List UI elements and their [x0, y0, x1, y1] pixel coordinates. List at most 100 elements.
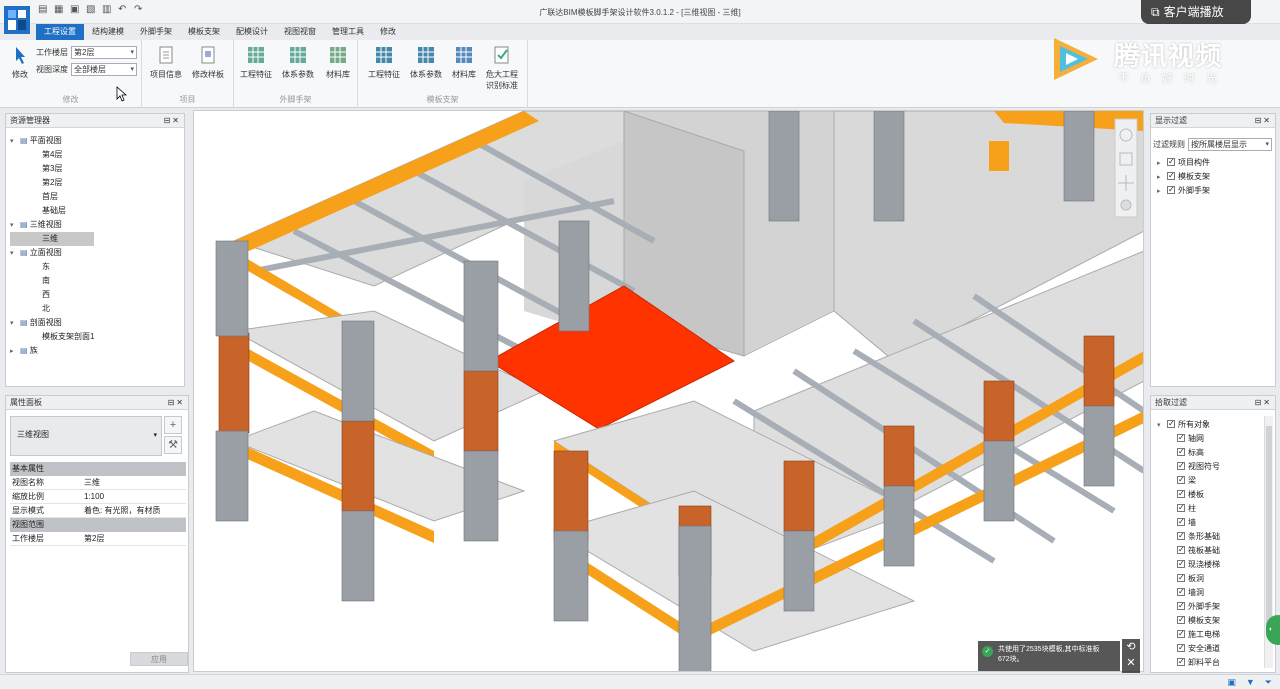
pick-filter-item[interactable]: 模板支架 [1177, 613, 1220, 628]
building-3d-model[interactable] [194, 111, 1144, 672]
checkbox[interactable] [1177, 445, 1185, 459]
prop-row[interactable]: 缩放比例 1:100 [10, 490, 186, 504]
checkbox[interactable] [1177, 431, 1185, 445]
tree-item[interactable]: 首层 [10, 190, 94, 204]
expand-arrow-icon[interactable]: ▾ [1157, 419, 1167, 433]
tree-item[interactable]: 南 [10, 274, 94, 288]
checkbox[interactable] [1177, 543, 1185, 557]
view-depth-select[interactable]: 全部楼层 [71, 63, 137, 76]
checkbox[interactable] [1177, 459, 1185, 473]
tab-formwork-design[interactable]: 配模设计 [228, 24, 276, 40]
scaffold-materials-button[interactable]: 材料库 [318, 44, 358, 80]
filter-icon[interactable]: ▼ [1246, 677, 1255, 688]
tree-item[interactable]: 第2层 [10, 176, 94, 190]
pick-filter-item[interactable]: 条形基础 [1177, 529, 1220, 544]
panel-pin-close-icon[interactable]: ⊟✕ [1255, 396, 1272, 410]
checkbox[interactable] [1177, 641, 1185, 655]
tree-item[interactable]: 北 [10, 302, 94, 316]
apply-button[interactable]: 应用 [130, 652, 188, 666]
danger-standard-button[interactable]: 危大工程 识别标准 [482, 44, 522, 91]
tree-item[interactable]: 西 [10, 288, 94, 302]
tree-item[interactable]: 东 [10, 260, 94, 274]
checkbox[interactable] [1177, 501, 1185, 515]
checkbox[interactable] [1177, 557, 1185, 571]
checkbox[interactable] [1167, 155, 1175, 169]
pick-filter-item[interactable]: 柱 [1177, 501, 1220, 516]
tree-item[interactable]: 第4层 [10, 148, 94, 162]
funnel-icon[interactable]: ⏷ [1265, 677, 1272, 688]
pick-filter-item[interactable]: 标高 [1177, 445, 1220, 460]
view-cube-icon[interactable] [1113, 113, 1139, 221]
pick-filter-item[interactable]: 板洞 [1177, 571, 1220, 586]
display-filter-item[interactable]: ▸ 外脚手架 [1157, 183, 1210, 199]
pick-filter-item[interactable]: 轴网 [1177, 431, 1220, 446]
tab-formwork-support[interactable]: 模板支架 [180, 24, 228, 40]
floating-assistant-button[interactable]: ◐ [1266, 615, 1280, 645]
checkbox[interactable] [1167, 183, 1175, 197]
display-filter-item[interactable]: ▸ 项目构件 [1157, 155, 1210, 171]
collapse-arrow-icon[interactable]: ▸ [1157, 157, 1167, 171]
collapse-arrow-icon[interactable]: ▸ [1157, 185, 1167, 199]
expand-arrow-icon[interactable]: ▾ [10, 219, 20, 233]
project-info-button[interactable]: 项目信息 [146, 44, 186, 80]
expand-arrow-icon[interactable]: ▾ [10, 135, 20, 149]
close-icon[interactable]: ✕ [1122, 655, 1140, 671]
prop-row[interactable]: 视图名称 三维 [10, 476, 186, 490]
tree-item[interactable]: ▾ ▤ 剖面视图 [10, 316, 94, 330]
tree-item[interactable]: 模板支架剖面1 [10, 330, 94, 344]
tree-item[interactable]: ▾ ▤ 三维视图 [10, 218, 94, 232]
support-materials-button[interactable]: 材料库 [444, 44, 484, 80]
tree-item[interactable]: 第3层 [10, 162, 94, 176]
checkbox[interactable] [1177, 515, 1185, 529]
panel-pin-close-icon[interactable]: ⊟✕ [164, 114, 181, 128]
scaffold-feature-button[interactable]: 工程特征 [236, 44, 276, 80]
modify-button[interactable]: 修改 [2, 44, 38, 80]
checkbox[interactable] [1167, 417, 1175, 431]
scrollbar-thumb[interactable] [1266, 426, 1272, 626]
tab-view-window[interactable]: 视图视窗 [276, 24, 324, 40]
add-icon[interactable]: + [164, 416, 182, 434]
scaffold-params-button[interactable]: 体系参数 [278, 44, 318, 80]
collapse-arrow-icon[interactable]: ▸ [1157, 171, 1167, 185]
view-type-selector[interactable]: 三维视图 ▾ [10, 416, 162, 456]
pick-item-all[interactable]: ▾ 所有对象 [1157, 417, 1220, 433]
checkbox[interactable] [1177, 571, 1185, 585]
checkbox[interactable] [1177, 473, 1185, 487]
tree-item[interactable]: ▾ ▤ 平面视图 [10, 134, 94, 148]
pick-filter-item[interactable]: 现浇楼梯 [1177, 557, 1220, 572]
tab-management-tools[interactable]: 管理工具 [324, 24, 372, 40]
refresh-icon[interactable]: ⟲ [1122, 639, 1140, 655]
pick-filter-item[interactable]: 墙 [1177, 515, 1220, 530]
pick-filter-item[interactable]: 视图符号 [1177, 459, 1220, 474]
panel-pin-close-icon[interactable]: ⊟✕ [168, 396, 185, 410]
support-feature-button[interactable]: 工程特征 [364, 44, 404, 80]
tab-exterior-scaffold[interactable]: 外脚手架 [132, 24, 180, 40]
checkbox[interactable] [1177, 585, 1185, 599]
work-floor-select[interactable]: 第2层 [71, 46, 137, 59]
app-logo-icon[interactable] [2, 2, 34, 38]
tree-item[interactable]: ▸ ▤ 族 [10, 344, 94, 358]
collapse-arrow-icon[interactable]: ▸ [10, 345, 20, 359]
expand-arrow-icon[interactable]: ▾ [10, 247, 20, 261]
3d-viewport[interactable] [193, 110, 1144, 672]
pick-filter-item[interactable]: 安全通道 [1177, 641, 1220, 656]
pick-filter-item[interactable]: 墙洞 [1177, 585, 1220, 600]
filter-rule-select[interactable]: 按所属楼层显示 [1188, 138, 1272, 151]
pick-filter-item[interactable]: 梁 [1177, 473, 1220, 488]
tab-structure-modeling[interactable]: 结构建模 [84, 24, 132, 40]
checkbox[interactable] [1177, 529, 1185, 543]
edit-template-button[interactable]: 修改样板 [188, 44, 228, 80]
wrench-icon[interactable]: ⚒ [164, 436, 182, 454]
client-play-button[interactable]: ⧉ 客户端播放 [1141, 0, 1251, 24]
pick-filter-item[interactable]: 施工电梯 [1177, 627, 1220, 642]
checkbox[interactable] [1177, 655, 1185, 669]
tab-project-settings[interactable]: 工程设置 [36, 24, 84, 40]
checkbox[interactable] [1177, 487, 1185, 501]
prop-row[interactable]: 工作楼层 第2层 [10, 532, 186, 546]
prop-row[interactable]: 显示模式 着色: 有光照，有材质 [10, 504, 186, 518]
checkbox[interactable] [1177, 613, 1185, 627]
pick-filter-item[interactable]: 楼板 [1177, 487, 1220, 502]
panel-pin-close-icon[interactable]: ⊟✕ [1255, 114, 1272, 128]
expand-arrow-icon[interactable]: ▾ [10, 317, 20, 331]
checkbox[interactable] [1167, 169, 1175, 183]
